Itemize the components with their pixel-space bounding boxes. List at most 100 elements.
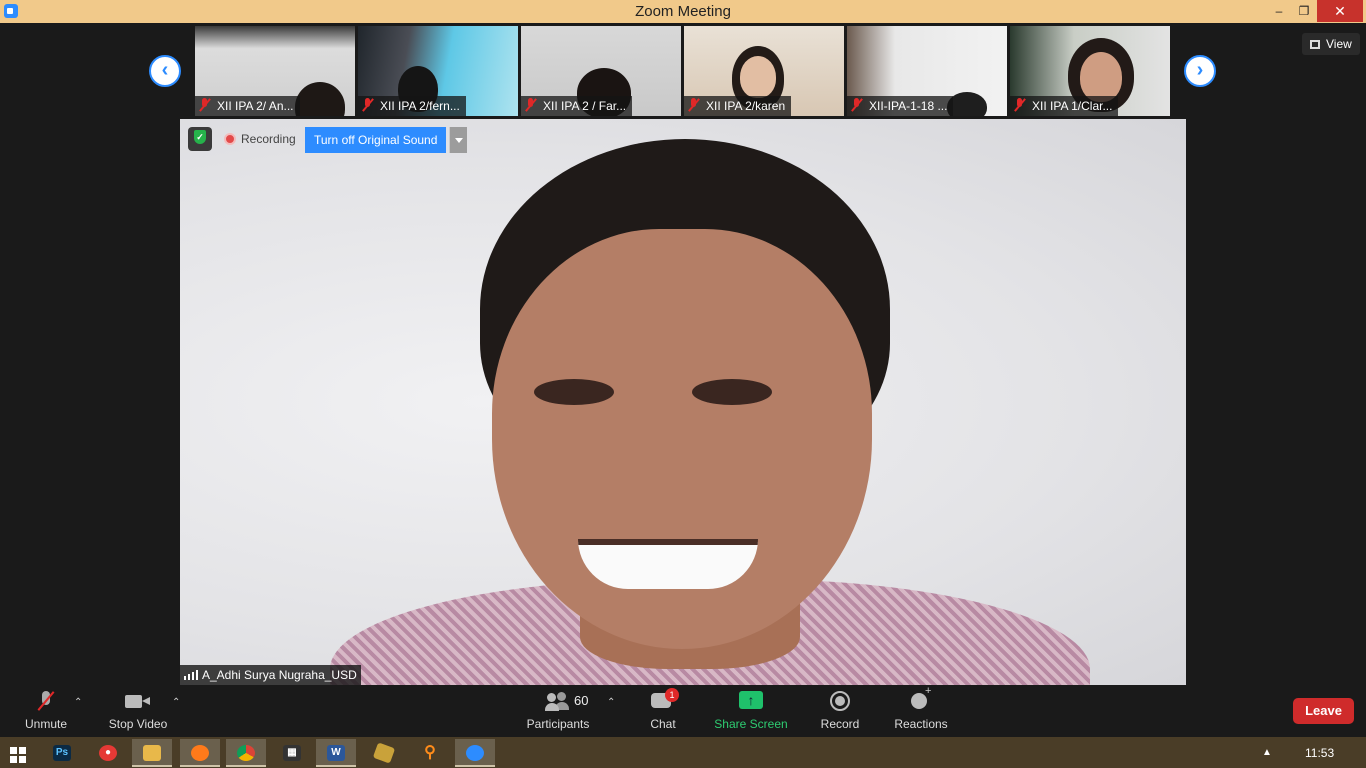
word-icon: W — [327, 745, 345, 761]
participant-thumbnail[interactable]: XII IPA 2/ An... — [195, 26, 355, 116]
taskbar-search-tool[interactable]: ⚲ — [410, 739, 450, 767]
original-sound-button[interactable]: Turn off Original Sound — [305, 127, 447, 153]
participant-thumbnail[interactable]: XII IPA 2 / Far... — [521, 26, 681, 116]
stop-video-button[interactable]: Stop Video — [105, 691, 171, 731]
close-button[interactable]: ✕ — [1317, 0, 1363, 22]
muted-mic-icon — [851, 98, 863, 112]
minimize-button[interactable]: – — [1266, 0, 1292, 22]
chat-bubble-icon: 1 — [651, 688, 679, 713]
participant-label: XII IPA 2/fern... — [358, 96, 466, 116]
view-button[interactable]: View — [1302, 33, 1360, 55]
participant-thumbnail[interactable]: XII IPA 2/karen — [684, 26, 844, 116]
participant-name: XII IPA 2/fern... — [380, 99, 460, 113]
participant-silhouette — [295, 82, 345, 116]
taskbar-screen-recorder[interactable]: ● — [88, 739, 128, 767]
participant-thumbnail[interactable]: XII-IPA-1-18 ... — [847, 26, 1007, 116]
participant-name: XII-IPA-1-18 ... — [869, 99, 948, 113]
taskbar-zoom[interactable] — [455, 739, 495, 767]
reactions-smiley-icon — [909, 685, 933, 713]
share-screen-icon — [739, 691, 763, 713]
gallery-view-icon — [1310, 40, 1320, 49]
speaker-name: A_Adhi Surya Nugraha_USD — [202, 668, 357, 682]
ruler-icon — [372, 742, 396, 764]
reactions-button[interactable]: Reactions — [892, 685, 950, 731]
muted-mic-icon — [199, 98, 211, 112]
video-camera-icon — [125, 691, 151, 713]
view-button-label: View — [1326, 37, 1352, 51]
participant-label: XII IPA 2/ An... — [195, 96, 300, 116]
security-shield-icon[interactable] — [188, 127, 212, 151]
chat-unread-badge: 1 — [665, 688, 679, 702]
participants-icon — [545, 691, 571, 713]
taskbar-word[interactable]: W — [316, 739, 356, 767]
windows-start-button[interactable] — [0, 739, 40, 767]
participant-thumbnail[interactable]: XII IPA 1/Clar... — [1010, 26, 1170, 116]
original-sound-dropdown-icon[interactable] — [449, 127, 467, 153]
stop-video-label: Stop Video — [108, 717, 168, 731]
speaker-mouth — [578, 539, 758, 589]
participant-name: XII IPA 2/karen — [706, 99, 786, 113]
chrome-icon — [237, 745, 255, 761]
record-icon — [829, 691, 851, 713]
participant-name: XII IPA 2/ An... — [217, 99, 294, 113]
muted-mic-icon — [362, 98, 374, 112]
chat-label: Chat — [650, 717, 676, 731]
chat-button[interactable]: 1 Chat — [646, 688, 680, 731]
windows-taskbar: Ps ● ▦ W ⚲ ▲ 11:53 — [0, 737, 1366, 768]
participant-face — [740, 56, 776, 98]
gallery-prev-button[interactable]: ‹ — [149, 55, 181, 87]
photoshop-icon: Ps — [53, 745, 71, 761]
taskbar-photoshop[interactable]: Ps — [42, 739, 82, 767]
folder-icon — [143, 745, 161, 761]
clapperboard-icon: ▦ — [283, 745, 301, 761]
taskbar-firefox[interactable] — [180, 739, 220, 767]
recording-dot-icon — [224, 133, 236, 145]
unmute-label: Unmute — [24, 717, 68, 731]
taskbar-clock[interactable]: 11:53 — [1305, 746, 1334, 760]
participant-label: XII-IPA-1-18 ... — [847, 96, 954, 116]
participant-name: XII IPA 1/Clar... — [1032, 99, 1113, 113]
reactions-label: Reactions — [894, 717, 948, 731]
participant-label: XII IPA 2 / Far... — [521, 96, 633, 116]
taskbar-chrome[interactable] — [226, 739, 266, 767]
record-label: Record — [820, 717, 860, 731]
screen-recorder-icon: ● — [99, 745, 117, 761]
share-screen-label: Share Screen — [714, 717, 788, 731]
magnifier-icon: ⚲ — [424, 744, 436, 761]
signal-strength-icon — [184, 670, 198, 680]
meeting-toolbar: Unmute ⌃ Stop Video ⌃ Participants 60 ⌃ … — [0, 685, 1366, 737]
record-button[interactable]: Record — [818, 691, 862, 731]
leave-button[interactable]: Leave — [1293, 698, 1354, 724]
participants-options-chevron-up-icon[interactable]: ⌃ — [607, 697, 615, 708]
video-options-chevron-up-icon[interactable]: ⌃ — [172, 697, 180, 708]
recording-indicator[interactable]: Recording — [224, 129, 296, 149]
title-bar: Zoom Meeting – ❐ ✕ — [0, 0, 1366, 23]
audio-options-chevron-up-icon[interactable]: ⌃ — [74, 697, 82, 708]
muted-microphone-icon — [36, 691, 56, 713]
participant-label: XII IPA 1/Clar... — [1010, 96, 1119, 116]
firefox-icon — [191, 745, 209, 761]
speaker-eye — [692, 379, 772, 405]
taskbar-file-explorer[interactable] — [132, 739, 172, 767]
muted-mic-icon — [1014, 98, 1026, 112]
meeting-stage: ‹ XII IPA 2/ An... XII IPA 2/fern... XII… — [0, 23, 1366, 687]
participant-label: XII IPA 2/karen — [684, 96, 792, 116]
taskbar-tool[interactable] — [364, 739, 404, 767]
recording-label: Recording — [241, 132, 296, 146]
show-hidden-icons-button[interactable]: ▲ — [1262, 747, 1272, 758]
taskbar-video-editor[interactable]: ▦ — [272, 739, 312, 767]
window-title: Zoom Meeting — [635, 3, 731, 20]
unmute-button[interactable]: Unmute — [20, 691, 72, 731]
participant-thumbnail[interactable]: XII IPA 2/fern... — [358, 26, 518, 116]
participant-name: XII IPA 2 / Far... — [543, 99, 627, 113]
muted-mic-icon — [688, 98, 700, 112]
windows-logo-icon — [10, 747, 26, 763]
share-screen-button[interactable]: Share Screen — [713, 691, 789, 731]
gallery-next-button[interactable]: › — [1184, 55, 1216, 87]
active-speaker-video[interactable]: Recording Turn off Original Sound A_Adhi… — [180, 119, 1186, 685]
zoom-icon — [466, 745, 484, 761]
participants-count: 60 — [574, 693, 589, 708]
participant-face — [1080, 52, 1122, 102]
speaker-name-tag: A_Adhi Surya Nugraha_USD — [180, 665, 361, 685]
maximize-button[interactable]: ❐ — [1291, 0, 1317, 22]
